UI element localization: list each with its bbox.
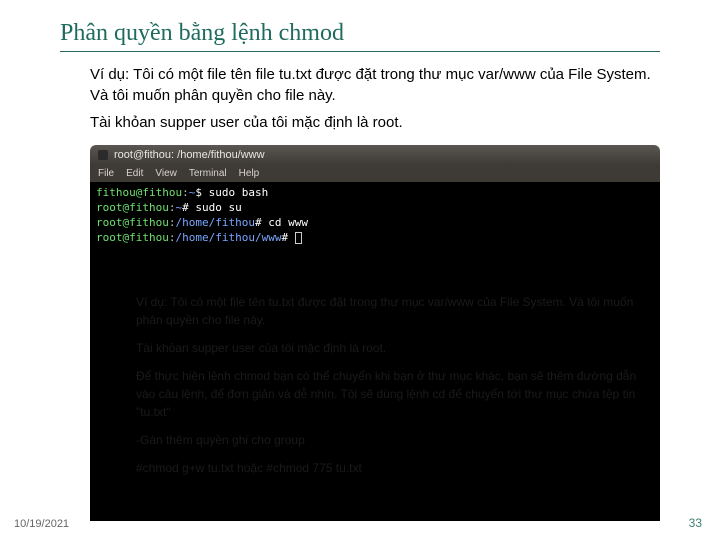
menu-edit[interactable]: Edit: [126, 168, 143, 179]
ghost-overlay: Ví dụ: Tôi có một file tên tu.txt được đ…: [96, 275, 654, 491]
ghost-p4: -Gán thêm quyền ghi cho group: [136, 431, 642, 449]
body-line-2: Tài khỏan supper user của tôi mặc định l…: [0, 112, 720, 139]
terminal-titlebar: root@fithou: /home/fithou/www: [90, 145, 660, 165]
terminal-menubar: File Edit View Terminal Help: [90, 165, 660, 182]
body-line-1: Ví dụ: Tôi có một file tên file tu.txt đ…: [0, 64, 720, 112]
ghost-p3: Để thực hiện lệnh chmod bạn có thể chuyể…: [136, 367, 642, 421]
slide-date: 10/19/2021: [14, 518, 69, 530]
ghost-p1: Ví dụ: Tôi có một file tên tu.txt được đ…: [136, 293, 642, 329]
menu-terminal[interactable]: Terminal: [189, 168, 227, 179]
ghost-p5: #chmod g+w tu.txt hoặc #chmod 775 tu.txt: [136, 459, 642, 477]
ghost-p2: Tài khỏan supper user của tôi mặc định l…: [136, 339, 642, 357]
menu-help[interactable]: Help: [239, 168, 260, 179]
cursor-icon: [295, 232, 302, 244]
term-line-4: root@fithou:/home/fithou/www#: [96, 231, 654, 246]
slide-page-number: 33: [689, 516, 702, 530]
terminal-title: root@fithou: /home/fithou/www: [114, 149, 265, 161]
terminal-icon: [98, 150, 108, 160]
term-line-1: fithou@fithou:~$ sudo bash: [96, 186, 654, 201]
menu-view[interactable]: View: [155, 168, 177, 179]
terminal-body[interactable]: fithou@fithou:~$ sudo bashroot@fithou:~#…: [90, 182, 660, 521]
title-underline: [60, 51, 660, 52]
term-line-3: root@fithou:/home/fithou# cd www: [96, 216, 654, 231]
slide-title: Phân quyền bằng lệnh chmod: [0, 0, 720, 51]
term-line-2: root@fithou:~# sudo su: [96, 201, 654, 216]
menu-file[interactable]: File: [98, 168, 114, 179]
terminal-window: root@fithou: /home/fithou/www File Edit …: [90, 145, 660, 521]
